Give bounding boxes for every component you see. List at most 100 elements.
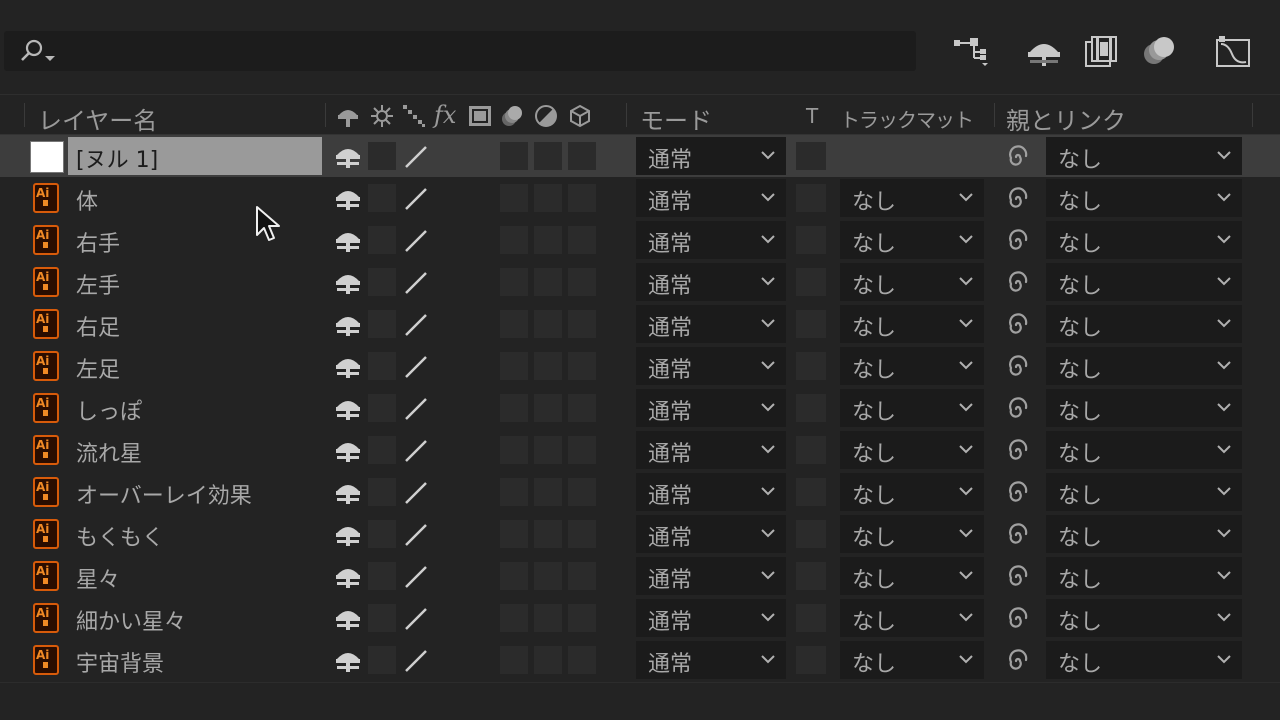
layer-row[interactable]: Ai 左足 通常 なし なし — [0, 345, 1280, 387]
parent-dropdown[interactable]: なし — [1046, 557, 1242, 595]
track-matte-dropdown[interactable]: なし — [840, 305, 984, 343]
switch-box[interactable] — [534, 478, 562, 506]
switch-box[interactable] — [568, 310, 596, 338]
blend-mode-dropdown[interactable]: 通常 — [636, 347, 786, 385]
layer-name-cell[interactable]: もくもく — [68, 515, 322, 553]
track-matte-dropdown[interactable]: なし — [840, 599, 984, 637]
pickwhip-icon[interactable] — [1004, 647, 1032, 675]
switch-box[interactable] — [568, 604, 596, 632]
switch-box[interactable] — [534, 604, 562, 632]
switch-box[interactable] — [568, 352, 596, 380]
preserve-transparency-toggle[interactable] — [796, 310, 826, 338]
switch-box[interactable] — [500, 268, 528, 296]
switch-box[interactable] — [368, 646, 396, 674]
pickwhip-icon[interactable] — [1004, 395, 1032, 423]
switch-box[interactable] — [500, 352, 528, 380]
switch-box[interactable] — [534, 520, 562, 548]
switch-box[interactable] — [368, 394, 396, 422]
track-matte-dropdown[interactable]: なし — [840, 263, 984, 301]
switch-box[interactable] — [500, 562, 528, 590]
switch-box[interactable] — [368, 310, 396, 338]
switch-box[interactable] — [568, 184, 596, 212]
blend-mode-dropdown[interactable]: 通常 — [636, 179, 786, 217]
layer-name-cell[interactable]: オーバーレイ効果 — [68, 473, 322, 511]
col-parent-link[interactable]: 親とリンク — [1006, 101, 1126, 136]
shy-switch-icon[interactable] — [334, 479, 362, 505]
quality-switch-icon[interactable] — [402, 185, 430, 213]
track-matte-dropdown[interactable]: なし — [840, 515, 984, 553]
track-matte-dropdown[interactable]: なし — [840, 641, 984, 679]
parent-dropdown[interactable]: なし — [1046, 305, 1242, 343]
layer-name-cell[interactable]: 細かい星々 — [68, 599, 322, 637]
preserve-transparency-toggle[interactable] — [796, 352, 826, 380]
layer-row[interactable]: Ai 体 通常 なし なし — [0, 177, 1280, 219]
layer-name-cell[interactable]: 右足 — [68, 305, 322, 343]
pickwhip-icon[interactable] — [1004, 185, 1032, 213]
search-input[interactable] — [4, 31, 916, 71]
layer-row[interactable]: Ai 細かい星々 通常 なし なし — [0, 597, 1280, 639]
pickwhip-icon[interactable] — [1004, 521, 1032, 549]
preserve-transparency-toggle[interactable] — [796, 394, 826, 422]
layer-row[interactable]: Ai 左手 通常 なし なし — [0, 261, 1280, 303]
shy-switch-icon[interactable] — [334, 563, 362, 589]
parent-dropdown[interactable]: なし — [1046, 221, 1242, 259]
blend-mode-dropdown[interactable]: 通常 — [636, 431, 786, 469]
switch-box[interactable] — [568, 142, 596, 170]
layer-name-cell[interactable]: しっぽ — [68, 389, 322, 427]
shy-switch-icon[interactable] — [334, 353, 362, 379]
switch-box[interactable] — [568, 520, 596, 548]
quality-switch-icon[interactable] — [402, 647, 430, 675]
switch-box[interactable] — [500, 142, 528, 170]
parent-dropdown[interactable]: なし — [1046, 263, 1242, 301]
track-matte-dropdown[interactable]: なし — [840, 389, 984, 427]
switch-box[interactable] — [534, 142, 562, 170]
pickwhip-icon[interactable] — [1004, 479, 1032, 507]
switch-box[interactable] — [500, 226, 528, 254]
track-matte-dropdown[interactable]: なし — [840, 557, 984, 595]
frame-blend-icon[interactable] — [1082, 34, 1122, 68]
switch-box[interactable] — [534, 562, 562, 590]
col-layer-name[interactable]: レイヤー名 — [38, 101, 157, 136]
switch-box[interactable] — [368, 268, 396, 296]
switch-box[interactable] — [534, 394, 562, 422]
switch-box[interactable] — [534, 436, 562, 464]
switch-box[interactable] — [500, 646, 528, 674]
switch-box[interactable] — [568, 646, 596, 674]
shy-switch-icon[interactable] — [334, 311, 362, 337]
quality-switch-icon[interactable] — [402, 395, 430, 423]
layer-name-cell[interactable]: 左手 — [68, 263, 322, 301]
switch-box[interactable] — [368, 142, 396, 170]
shy-switch-icon[interactable] — [334, 143, 362, 169]
track-matte-dropdown[interactable]: なし — [840, 431, 984, 469]
pickwhip-icon[interactable] — [1004, 437, 1032, 465]
preserve-transparency-toggle[interactable] — [796, 520, 826, 548]
shy-switch-icon[interactable] — [334, 269, 362, 295]
layer-row[interactable]: Ai 右手 通常 なし なし — [0, 219, 1280, 261]
layer-name-cell[interactable]: 右手 — [68, 221, 322, 259]
col-mode[interactable]: モード — [640, 101, 712, 136]
shy-switch-icon[interactable] — [334, 521, 362, 547]
track-matte-dropdown[interactable]: なし — [840, 473, 984, 511]
switch-box[interactable] — [534, 310, 562, 338]
layer-row[interactable]: [ヌル 1] 通常 なし — [0, 135, 1280, 177]
switch-box[interactable] — [368, 562, 396, 590]
quality-switch-icon[interactable] — [402, 437, 430, 465]
layer-name-cell[interactable]: 体 — [68, 179, 322, 217]
switch-box[interactable] — [500, 436, 528, 464]
preserve-transparency-toggle[interactable] — [796, 226, 826, 254]
blend-mode-dropdown[interactable]: 通常 — [636, 389, 786, 427]
preserve-transparency-toggle[interactable] — [796, 142, 826, 170]
shy-switch-icon[interactable] — [334, 185, 362, 211]
shy-icon[interactable] — [1024, 34, 1064, 68]
parent-dropdown[interactable]: なし — [1046, 431, 1242, 469]
layer-name-cell[interactable]: [ヌル 1] — [68, 137, 322, 175]
preserve-transparency-toggle[interactable] — [796, 646, 826, 674]
blend-mode-dropdown[interactable]: 通常 — [636, 557, 786, 595]
quality-switch-icon[interactable] — [402, 311, 430, 339]
parent-dropdown[interactable]: なし — [1046, 179, 1242, 217]
quality-switch-icon[interactable] — [402, 479, 430, 507]
switch-box[interactable] — [568, 478, 596, 506]
preserve-transparency-toggle[interactable] — [796, 268, 826, 296]
parent-dropdown[interactable]: なし — [1046, 389, 1242, 427]
preserve-transparency-toggle[interactable] — [796, 184, 826, 212]
